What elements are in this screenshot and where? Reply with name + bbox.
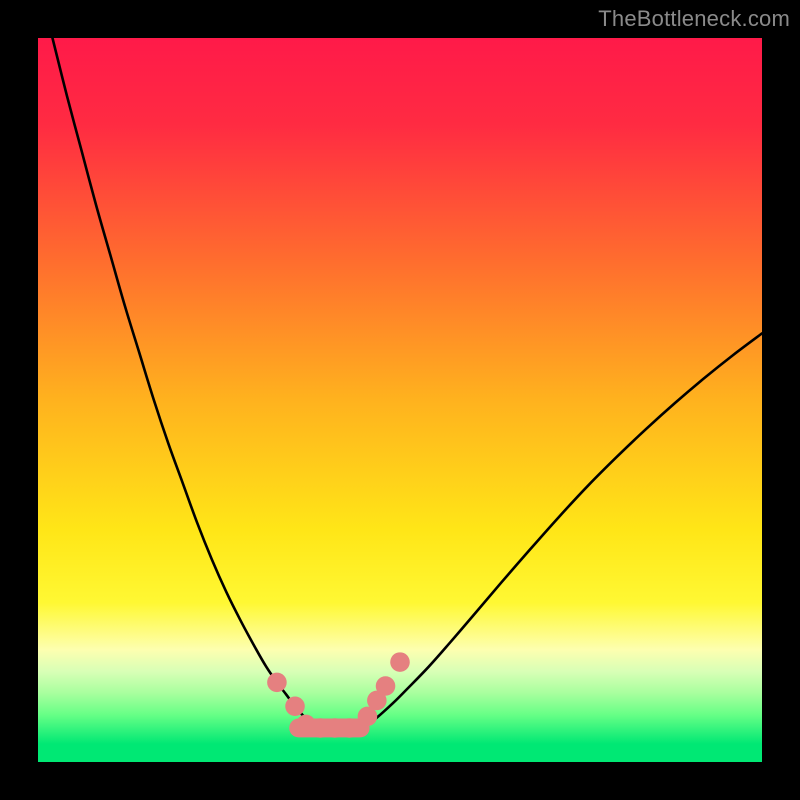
left-curve xyxy=(52,38,316,728)
plot-area xyxy=(38,38,762,762)
chart-frame: TheBottleneck.com xyxy=(0,0,800,800)
right-curve xyxy=(364,333,762,728)
salmon-dots xyxy=(285,696,305,716)
salmon-dots xyxy=(267,673,287,693)
salmon-dots xyxy=(340,718,360,738)
salmon-dots xyxy=(390,652,410,672)
curves-layer xyxy=(38,38,762,762)
watermark-text: TheBottleneck.com xyxy=(598,6,790,32)
salmon-dots xyxy=(376,676,396,696)
